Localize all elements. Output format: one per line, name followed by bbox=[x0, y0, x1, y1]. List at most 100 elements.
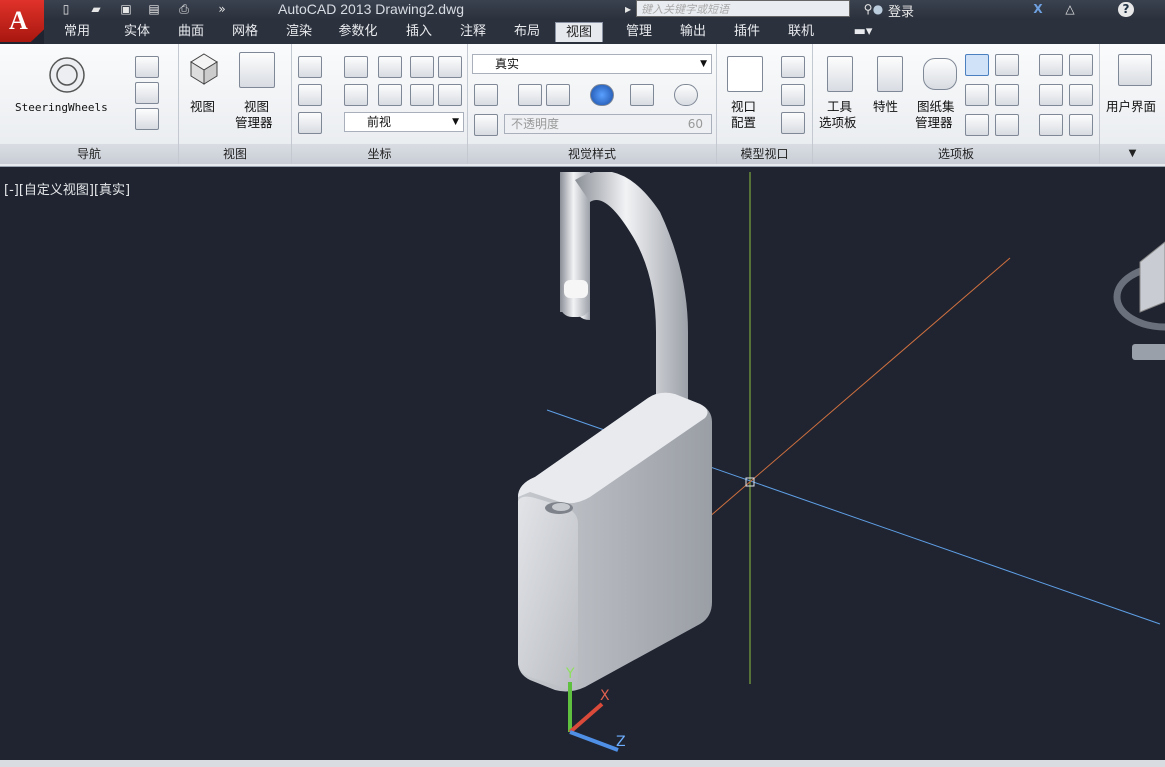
ucs-x-label: X bbox=[600, 688, 610, 704]
tab-insert[interactable]: 插入 bbox=[396, 22, 442, 42]
help-icon[interactable]: ? bbox=[1118, 2, 1134, 17]
ucs-3-icon[interactable] bbox=[438, 84, 462, 106]
view-manager-icon[interactable] bbox=[239, 52, 275, 88]
panel-navigation: SteeringWheels 导航 bbox=[0, 44, 179, 164]
padlock-body bbox=[518, 392, 712, 692]
user-interface-label[interactable]: 用户界面 bbox=[1106, 96, 1156, 115]
panel-view: 视图 视图 管理器 视图 bbox=[179, 44, 292, 164]
drawing-viewport[interactable]: [-][自定义视图][真实] Y X Z bbox=[0, 172, 1165, 767]
new-file-icon[interactable]: ▯ bbox=[58, 2, 74, 17]
exchange-icon[interactable]: X bbox=[1030, 2, 1046, 17]
palette-toggle-icon[interactable] bbox=[965, 54, 989, 76]
orbit-icon[interactable] bbox=[135, 82, 159, 104]
wcs-menu-icon[interactable] bbox=[1132, 344, 1165, 360]
tab-mesh[interactable]: 网格 bbox=[222, 22, 268, 42]
markup-icon[interactable] bbox=[965, 84, 989, 106]
login-link[interactable]: 登录 bbox=[888, 1, 914, 20]
edge-effects-icon[interactable] bbox=[474, 84, 498, 106]
lighting-icon[interactable] bbox=[630, 84, 654, 106]
community-icon[interactable]: △ bbox=[1062, 2, 1078, 17]
tab-home[interactable]: 常用 bbox=[54, 22, 100, 42]
tab-overflow-icon[interactable]: ▬▾ bbox=[848, 22, 878, 42]
user-interface-icon[interactable] bbox=[1118, 54, 1152, 86]
tab-surface[interactable]: 曲面 bbox=[168, 22, 214, 42]
ucs-z-label: Z bbox=[616, 734, 626, 750]
search-input[interactable]: 键入关键字或短语 bbox=[636, 0, 850, 17]
ribbon-expand-icon[interactable]: ▼ bbox=[1100, 144, 1165, 164]
tab-layout[interactable]: 布局 bbox=[504, 22, 550, 42]
view-button[interactable]: 视图 bbox=[190, 96, 215, 115]
pan-icon[interactable] bbox=[135, 56, 159, 78]
panel-palettes: 工具 选项板 特性 图纸集 管理器 选项板 bbox=[813, 44, 1100, 164]
sheet-set-label-2[interactable]: 管理器 bbox=[915, 112, 953, 131]
tool-palette-label-2[interactable]: 选项板 bbox=[819, 112, 857, 131]
restore-viewports-icon[interactable] bbox=[781, 112, 805, 134]
opacity-icon[interactable] bbox=[474, 114, 498, 136]
title-bar: ▯ ▰ ▣ ▤ ⎙ » AutoCAD 2013 Drawing2.dwg ▸ … bbox=[0, 0, 1165, 20]
sun-icon[interactable] bbox=[674, 84, 698, 106]
zoom-icon[interactable] bbox=[135, 108, 159, 130]
tab-output[interactable]: 输出 bbox=[670, 22, 716, 42]
tool-palette-icon[interactable] bbox=[827, 56, 853, 92]
design-center-icon[interactable] bbox=[995, 54, 1019, 76]
window-title: AutoCAD 2013 Drawing2.dwg bbox=[278, 1, 464, 17]
face-style-icon[interactable] bbox=[518, 84, 542, 106]
panel-visual-styles: 真实 ▼ 不透明度 60 视觉样式 bbox=[468, 44, 717, 164]
lights-icon[interactable] bbox=[1069, 54, 1093, 76]
layout-tabs-strip bbox=[0, 760, 1165, 767]
join-viewports-icon[interactable] bbox=[781, 84, 805, 106]
sun-props-icon[interactable] bbox=[1069, 114, 1093, 136]
ucs-icon[interactable] bbox=[298, 56, 322, 78]
tab-parametric[interactable]: 参数化 bbox=[332, 22, 384, 42]
shadow-icon[interactable] bbox=[590, 84, 614, 106]
sheet-set-icon[interactable] bbox=[923, 58, 957, 90]
save-icon[interactable]: ▣ bbox=[118, 2, 134, 17]
named-viewports-icon[interactable] bbox=[781, 56, 805, 78]
front-view-dropdown[interactable]: 前视 ▼ bbox=[344, 112, 464, 132]
search-arrow-icon[interactable]: ▸ bbox=[620, 2, 636, 17]
command-line-icon[interactable] bbox=[995, 114, 1019, 136]
more-icon[interactable]: » bbox=[214, 2, 230, 17]
ucs-y-icon[interactable] bbox=[378, 84, 402, 106]
ucs-x-icon[interactable] bbox=[298, 84, 322, 106]
viewcube[interactable] bbox=[1113, 241, 1165, 360]
tab-annotate[interactable]: 注释 bbox=[450, 22, 496, 42]
view-cube-icon[interactable] bbox=[189, 52, 219, 86]
material-browser-icon[interactable] bbox=[1039, 54, 1063, 76]
tab-online[interactable]: 联机 bbox=[778, 22, 824, 42]
visual-styles-mgr-icon[interactable] bbox=[1039, 84, 1063, 106]
advanced-render-icon[interactable] bbox=[1069, 84, 1093, 106]
ucs-y-label: Y bbox=[565, 666, 575, 682]
tab-plugins[interactable]: 插件 bbox=[724, 22, 770, 42]
ucs-named-icon[interactable] bbox=[298, 112, 322, 134]
tab-view[interactable]: 视图 bbox=[555, 22, 603, 42]
print-icon[interactable]: ⎙ bbox=[176, 2, 192, 17]
render-env-icon[interactable] bbox=[1039, 114, 1063, 136]
ucs-z-icon[interactable] bbox=[410, 84, 434, 106]
ucs-face-icon[interactable] bbox=[410, 56, 434, 78]
ucs-view-icon[interactable] bbox=[438, 56, 462, 78]
material-icon[interactable] bbox=[546, 84, 570, 106]
properties-label[interactable]: 特性 bbox=[873, 96, 898, 115]
viewport-config-label-2[interactable]: 配置 bbox=[731, 112, 756, 131]
opacity-slider[interactable]: 不透明度 60 bbox=[504, 114, 712, 134]
application-menu-button[interactable]: A bbox=[0, 0, 44, 42]
steering-wheels-button[interactable]: SteeringWheels bbox=[6, 50, 128, 132]
calculator-icon[interactable] bbox=[995, 84, 1019, 106]
ucs-previous-icon[interactable] bbox=[344, 84, 368, 106]
tab-manage[interactable]: 管理 bbox=[616, 22, 662, 42]
ribbon: SteeringWheels 导航 视图 视图 管理器 视图 前视 ▼ 坐标 真… bbox=[0, 44, 1165, 167]
ucs-3point-icon[interactable] bbox=[378, 56, 402, 78]
tab-render[interactable]: 渲染 bbox=[276, 22, 322, 42]
open-file-icon[interactable]: ▰ bbox=[88, 2, 104, 17]
viewport-config-icon[interactable] bbox=[727, 56, 763, 92]
visual-style-dropdown[interactable]: 真实 ▼ bbox=[472, 54, 712, 74]
ucs-world-icon[interactable] bbox=[344, 56, 368, 78]
tab-solid[interactable]: 实体 bbox=[114, 22, 160, 42]
properties-icon[interactable] bbox=[877, 56, 903, 92]
view-manager-label-2[interactable]: 管理器 bbox=[235, 112, 273, 131]
save-as-icon[interactable]: ▤ bbox=[146, 2, 162, 17]
user-icon[interactable]: ● bbox=[870, 2, 886, 17]
ribbon-tabs: 常用 实体 曲面 网格 渲染 参数化 插入 注释 布局 视图 管理 输出 插件 … bbox=[44, 20, 1165, 44]
dbconnect-icon[interactable] bbox=[965, 114, 989, 136]
